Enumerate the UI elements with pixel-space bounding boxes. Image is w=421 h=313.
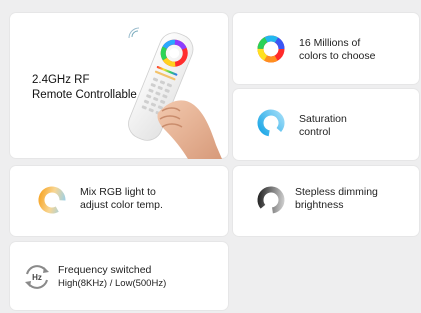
remote-control-icon — [128, 27, 222, 159]
frequency-cycle-icon: Hz — [25, 265, 49, 289]
color-temp-text-line2: adjust color temp. — [80, 199, 163, 211]
saturation-text-line1: Saturation — [299, 113, 347, 125]
frequency-text-line2: High(8KHz) / Low(500Hz) — [58, 278, 167, 289]
color-temp-text-line1: Mix RGB light to — [80, 186, 156, 198]
dimming-feature-card: Stepless dimming brightness — [233, 166, 419, 236]
colors-text-line1: 16 Millions of — [299, 37, 361, 49]
saturation-feature-card: Saturation control — [233, 89, 419, 160]
color-temp-ring-icon — [38, 186, 66, 214]
dimming-text-line2: brightness — [295, 199, 344, 211]
remote-title-line1: 2.4GHz RF — [32, 74, 90, 86]
frequency-feature-card: Hz Frequency switched High(8KHz) / Low(5… — [10, 242, 228, 310]
color-wheel-icon — [257, 35, 285, 63]
dimming-text-line1: Stepless dimming — [295, 186, 378, 198]
dimming-ring-icon — [257, 186, 285, 214]
colors-feature-card: 16 Millions of colors to choose — [233, 13, 419, 84]
frequency-icon-text: Hz — [32, 273, 42, 282]
saturation-ring-icon — [257, 109, 285, 137]
saturation-text-line2: control — [299, 126, 331, 138]
colors-text-line2: colors to choose — [299, 50, 376, 62]
remote-feature-card: 2.4GHz RF Remote Controllable — [10, 13, 228, 159]
frequency-text-line1: Frequency switched — [58, 264, 152, 276]
color-temp-feature-card: Mix RGB light to adjust color temp. — [10, 166, 228, 236]
